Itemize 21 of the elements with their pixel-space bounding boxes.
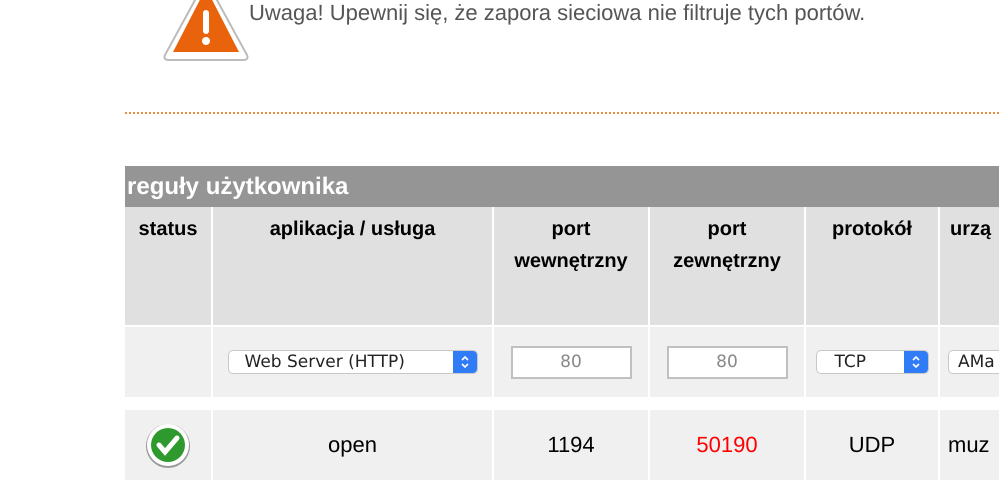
table-cell: muz	[948, 432, 990, 458]
table-cell: UDP	[848, 432, 896, 458]
table-title: reguły użytkownika	[125, 166, 999, 207]
column-header: port wewnętrzny	[494, 207, 648, 325]
column-header: port zewnętrzny	[650, 207, 804, 325]
column-header: status	[125, 207, 211, 325]
input-field[interactable]: 80	[666, 346, 788, 378]
chevron-icon	[910, 355, 920, 369]
table-cell: 1194	[547, 432, 595, 458]
warning-icon	[163, 0, 249, 62]
column-header: urzą	[940, 207, 999, 325]
column-header: aplikacja / usługa	[213, 207, 492, 325]
table-cell: 50190	[696, 432, 758, 458]
chevron-icon	[460, 355, 470, 369]
input-field[interactable]: 80	[510, 346, 632, 378]
column-header: protokół	[806, 207, 938, 325]
select-field[interactable]: AMa	[948, 350, 999, 374]
select-field[interactable]: TCP	[816, 350, 928, 374]
select-field[interactable]: Web Server (HTTP)	[228, 350, 478, 374]
table-cell: open	[328, 432, 377, 458]
warning-text: Uwaga! Upewnij się, że zapora sieciowa nie filtruje tych portów.	[249, 0, 866, 26]
